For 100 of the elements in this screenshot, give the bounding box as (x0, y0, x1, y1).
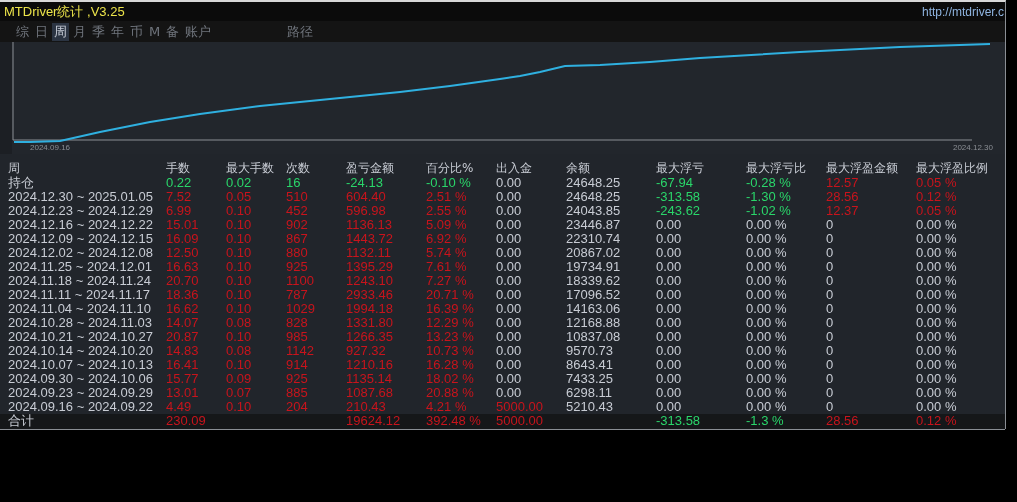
table-cell-text: 0.00 % (746, 246, 788, 260)
table-cell-text: 0.00 % (916, 288, 958, 302)
table-cell-text: 0 (826, 260, 835, 274)
table-cell-text: 0 (826, 302, 835, 316)
table-cell-text: 20867.02 (566, 246, 622, 260)
table-cell-text: 0.05 % (916, 176, 958, 190)
row-label: 2024.11.11 ~ 2024.11.17 (8, 288, 152, 302)
table-cell-text: 0.10 (226, 358, 253, 372)
table-cell-text: 0.00 (656, 316, 683, 330)
row-label: 2024.12.30 ~ 2025.01.05 (8, 190, 154, 204)
table-cell-text: 19624.12 (346, 414, 402, 429)
tab[interactable]: 币 (128, 22, 145, 41)
table-cell-text: 0.00 (656, 260, 683, 274)
table-cell-text: 925 (286, 372, 309, 386)
table-cell-text: 604.40 (346, 190, 387, 204)
table-cell-text: 0.00 % (916, 260, 958, 274)
row-label: 2024.12.16 ~ 2024.12.22 (8, 218, 154, 232)
table-cell-text: 0.10 (226, 274, 253, 288)
table-cell-text: -313.58 (656, 190, 702, 204)
table-cell-text: 0 (826, 344, 835, 358)
table-cell-text: 914 (286, 358, 309, 372)
table-cell-text: 0.08 (226, 316, 253, 330)
table-cell-text: 5210.43 (566, 400, 614, 414)
table-cell-text: 0 (826, 288, 835, 302)
table-cell-text: 885 (286, 386, 309, 400)
table-cell-text: 0.00 % (746, 316, 788, 330)
table-cell-text: -1.02 % (746, 204, 792, 218)
table-cell-text: -1.3 % (746, 414, 785, 429)
table-cell-text: 0.00 % (916, 358, 958, 372)
table-cell-text: 0.00 (656, 344, 683, 358)
tab[interactable]: 路径 (285, 22, 316, 41)
table-cell-text: 0.00 (496, 190, 523, 204)
tab[interactable]: 月 (71, 22, 88, 41)
table-cell-text: 6.99 (166, 204, 193, 218)
table-cell-text: 0.00 (496, 260, 523, 274)
table-cell-text: 1266.35 (346, 330, 394, 344)
tab[interactable]: 日 (33, 22, 50, 41)
tab[interactable]: 年 (109, 22, 126, 41)
table-cell-text: 0.10 (226, 330, 253, 344)
table-cell-text: 0 (826, 274, 835, 288)
table-cell-text: 16.28 % (426, 358, 475, 372)
table-cell-text: 0.00 % (916, 218, 958, 232)
table-cell-text: 0.00 % (916, 274, 958, 288)
table-cell-text: -67.94 (656, 176, 694, 190)
table-cell-text: 20.71 % (426, 288, 475, 302)
table-cell-text: 0.00 % (746, 372, 788, 386)
table-cell-text: 0.00 % (916, 232, 958, 246)
table-cell-text: 1136.13 (346, 218, 394, 232)
table-cell-text: 12.50 (166, 246, 200, 260)
tab[interactable]: 季 (90, 22, 107, 41)
tab[interactable]: 周 (52, 22, 69, 41)
table-cell-text: 0.07 (226, 386, 253, 400)
website-link[interactable]: http://mtdriver.c (921, 4, 1004, 19)
table-cell-text: 16.41 (166, 358, 200, 372)
table-cell-text: 0 (826, 386, 835, 400)
table-cell-text: 6.92 % (426, 232, 468, 246)
table-cell-text: 787 (286, 288, 309, 302)
table-cell-text: 1135.14 (346, 372, 394, 386)
tab[interactable]: 账户 (183, 22, 214, 41)
table-cell-text: 24648.25 (566, 190, 622, 204)
table-cell-text: 0.00 (656, 358, 683, 372)
row-label: 2024.10.14 ~ 2024.10.20 (8, 344, 154, 358)
table-cell-text: 18.36 (166, 288, 200, 302)
table-cell-text: 0.00 (496, 176, 523, 190)
tab[interactable]: M (147, 22, 163, 41)
table-cell-text: 16 (286, 176, 302, 190)
table-cell-text: 0.00 % (916, 400, 958, 414)
column-header: 出入金 (496, 160, 533, 177)
table-cell-text: 1443.72 (346, 232, 394, 246)
table-cell-text: 0.12 % (916, 190, 958, 204)
column-header: 盈亏金额 (346, 160, 395, 177)
table-cell-text: 985 (286, 330, 309, 344)
table-cell-text: 0.00 % (916, 344, 958, 358)
table-cell-text: 24648.25 (566, 176, 622, 190)
table-cell-text: 1087.68 (346, 386, 394, 400)
table-cell-text: 880 (286, 246, 309, 260)
table-cell-text: 0.00 (496, 204, 523, 218)
table-cell-text: 0 (826, 400, 835, 414)
table-cell-text: 0.00 (656, 232, 683, 246)
table-cell-text: 0.00 % (746, 386, 788, 400)
table-cell-text: 0.00 (496, 372, 523, 386)
table-cell-text: 10.73 % (426, 344, 475, 358)
table-cell-text: 5.09 % (426, 218, 468, 232)
table-cell-text: 510 (286, 190, 309, 204)
table-cell-text: 1100 (286, 274, 315, 288)
tab[interactable]: 综 (14, 22, 31, 41)
table-cell-text: 22310.74 (566, 232, 622, 246)
table-cell-text: 15.77 (166, 372, 200, 386)
table-cell-text: 0.10 (226, 288, 253, 302)
column-header: 最大浮盈金额 (826, 160, 899, 177)
table-cell-text: 20.88 % (426, 386, 475, 400)
table-cell-text: 12168.88 (566, 316, 622, 330)
table-cell-text: 0.00 % (916, 302, 958, 316)
table-cell-text: 0.00 (496, 302, 523, 316)
tab[interactable]: 备 (164, 22, 182, 41)
table-cell-text: 24043.85 (566, 204, 622, 218)
table-cell-text: 0.00 (496, 218, 523, 232)
table-cell-text: 4.49 (166, 400, 193, 414)
row-label: 2024.12.02 ~ 2024.12.08 (8, 246, 154, 260)
table-cell-text: 1994.18 (346, 302, 394, 316)
